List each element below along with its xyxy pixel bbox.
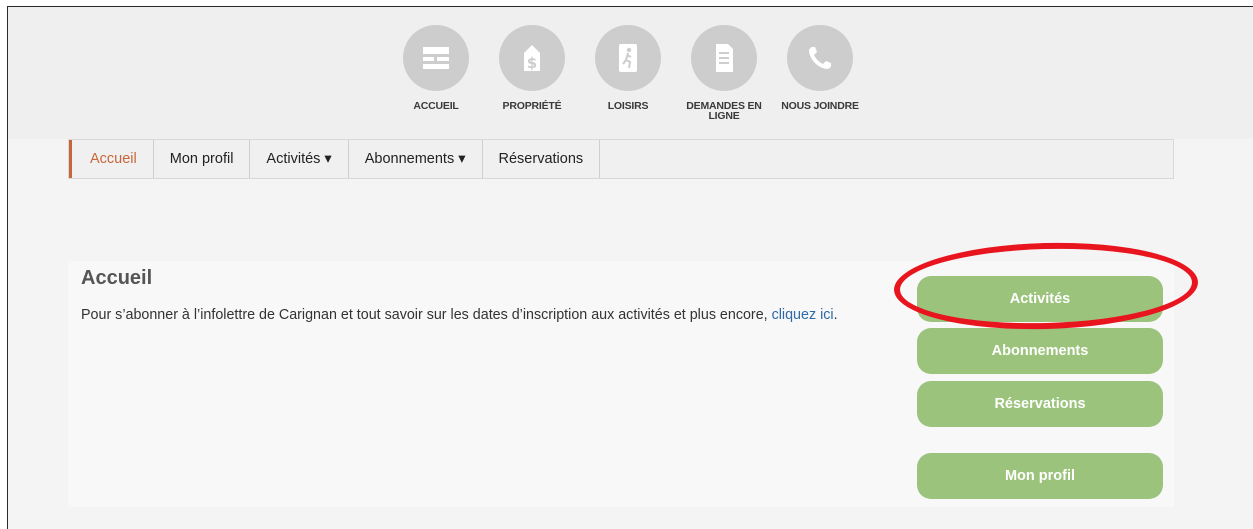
- header: ACCUEIL $ PROPRIÉTÉ LOISIRS DEMANDES EN …: [8, 7, 1253, 139]
- leisure-icon: [595, 25, 661, 91]
- icon-nav-label: PROPRIÉTÉ: [502, 100, 562, 112]
- icon-nav-demandes-en-ligne[interactable]: DEMANDES EN LIGNE: [676, 25, 772, 121]
- intro-text-end: .: [833, 307, 838, 323]
- icon-nav: ACCUEIL $ PROPRIÉTÉ LOISIRS DEMANDES EN …: [388, 25, 868, 135]
- menu-item-mon-profil[interactable]: Mon profil: [154, 140, 251, 178]
- intro-text-body: Pour s’abonner à l’infolettre de Carigna…: [81, 307, 772, 323]
- browser-viewport: ACCUEIL $ PROPRIÉTÉ LOISIRS DEMANDES EN …: [7, 6, 1253, 529]
- main-menu: Accueil Mon profil Activités ▾ Abonnemen…: [68, 139, 1174, 179]
- activites-button[interactable]: Activités: [917, 276, 1163, 322]
- menu-item-abonnements[interactable]: Abonnements ▾: [349, 140, 483, 178]
- property-tag-icon: $: [499, 25, 565, 91]
- menu-item-accueil[interactable]: Accueil: [69, 140, 154, 178]
- reservations-button[interactable]: Réservations: [917, 381, 1163, 427]
- icon-nav-label: NOUS JOINDRE: [781, 100, 859, 112]
- icon-nav-accueil[interactable]: ACCUEIL: [388, 25, 484, 111]
- phone-icon: [787, 25, 853, 91]
- page-title: Accueil: [81, 267, 153, 289]
- icon-nav-label: LOISIRS: [607, 100, 649, 112]
- svg-text:$: $: [527, 54, 537, 72]
- content-panel: Accueil Pour s’abonner à l’infolettre de…: [68, 261, 1174, 507]
- icon-nav-label: ACCUEIL: [413, 100, 459, 112]
- document-icon: [691, 25, 757, 91]
- home-grid-icon: [403, 25, 469, 91]
- icon-nav-loisirs[interactable]: LOISIRS: [580, 25, 676, 111]
- menu-item-activites[interactable]: Activités ▾: [250, 140, 349, 178]
- abonnements-button[interactable]: Abonnements: [917, 328, 1163, 374]
- icon-nav-propriete[interactable]: $ PROPRIÉTÉ: [484, 25, 580, 111]
- newsletter-link[interactable]: cliquez ici: [772, 307, 834, 323]
- icon-nav-nous-joindre[interactable]: NOUS JOINDRE: [772, 25, 868, 111]
- menu-item-reservations[interactable]: Réservations: [483, 140, 601, 178]
- mon-profil-button[interactable]: Mon profil: [917, 453, 1163, 499]
- intro-text: Pour s’abonner à l’infolettre de Carigna…: [81, 305, 886, 326]
- icon-nav-label: DEMANDES EN LIGNE: [686, 100, 762, 122]
